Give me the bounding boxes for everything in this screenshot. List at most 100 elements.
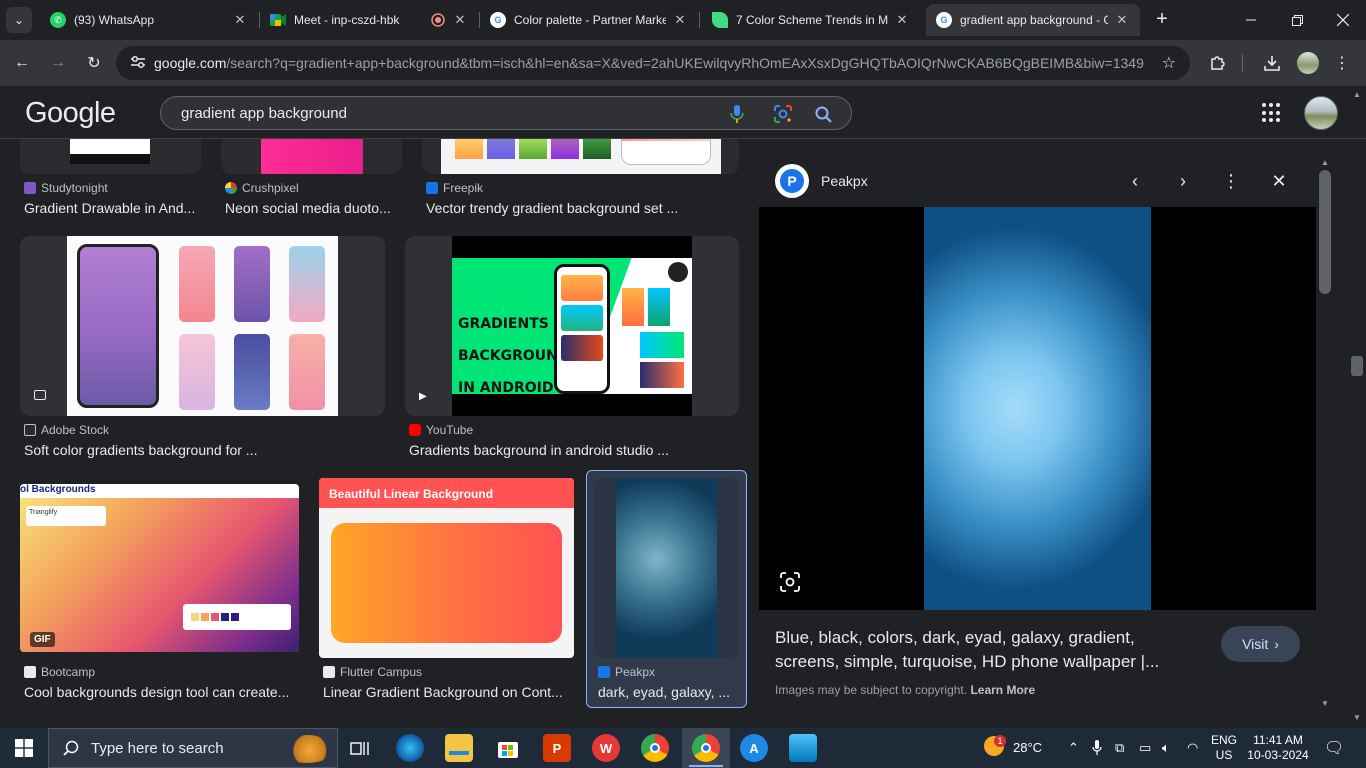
tab-gradient-app-background[interactable]: G gradient app background - G ✕ xyxy=(926,4,1140,36)
preview-title[interactable]: Blue, black, colors, dark, eyad, galaxy,… xyxy=(775,626,1195,674)
file-explorer-icon[interactable] xyxy=(445,734,473,762)
result-caption[interactable]: Neon social media duoto... xyxy=(225,200,403,216)
task-view-icon[interactable] xyxy=(346,734,374,762)
google-lens-icon[interactable] xyxy=(773,104,793,124)
visit-button[interactable]: Visit › xyxy=(1221,626,1300,662)
result-thumbnail-adobe-stock[interactable] xyxy=(20,236,385,416)
next-button[interactable]: › xyxy=(1170,168,1196,194)
tab-color-palette[interactable]: G Color palette - Partner Marke ✕ xyxy=(480,6,698,34)
reload-button[interactable]: ↻ xyxy=(80,49,108,77)
restore-icon xyxy=(1291,14,1303,26)
scroll-down-icon[interactable]: ▼ xyxy=(1321,699,1329,708)
result-caption[interactable]: Gradients background in android studio .… xyxy=(409,442,739,458)
back-button[interactable]: ← xyxy=(8,49,36,77)
start-button[interactable] xyxy=(0,728,48,768)
more-options-button[interactable]: ⋮ xyxy=(1218,168,1244,194)
meet-now-icon[interactable]: ⧉ xyxy=(1115,740,1124,756)
previous-button[interactable]: ‹ xyxy=(1122,168,1148,194)
close-window-button[interactable] xyxy=(1320,0,1366,40)
result-thumbnail[interactable] xyxy=(20,139,201,174)
result-source: Crushpixel xyxy=(225,181,299,195)
scroll-up-icon[interactable]: ▲ xyxy=(1321,158,1329,167)
address-bar[interactable]: google.com/search?q=gradient+app+backgro… xyxy=(116,46,1190,80)
close-icon[interactable]: ✕ xyxy=(232,12,248,28)
extensions-button[interactable] xyxy=(1204,49,1232,77)
result-caption[interactable]: Linear Gradient Background on Cont... xyxy=(323,684,573,700)
result-source: Freepik xyxy=(426,181,483,195)
wifi-icon[interactable]: ◠ xyxy=(1187,740,1198,756)
result-caption[interactable]: Vector trendy gradient background set ..… xyxy=(426,200,726,216)
language-indicator[interactable]: ENG US xyxy=(1209,733,1239,763)
tab-whatsapp[interactable]: ✆ (93) WhatsApp ✕ xyxy=(40,6,258,34)
tab-search-button[interactable]: ⌄ xyxy=(6,7,32,33)
panel-header: P Peakpx ‹ › ⋮ ✕ xyxy=(759,156,1316,207)
search-input[interactable] xyxy=(181,104,701,122)
account-avatar[interactable] xyxy=(1304,96,1338,130)
close-icon[interactable]: ✕ xyxy=(894,12,910,28)
close-panel-button[interactable]: ✕ xyxy=(1266,168,1292,194)
google-icon: G xyxy=(490,12,506,28)
chrome-icon[interactable] xyxy=(692,734,720,762)
notifications-icon[interactable]: 🗨︎ xyxy=(1324,738,1344,758)
microphone-icon[interactable] xyxy=(1092,740,1102,759)
edge-icon[interactable] xyxy=(396,734,424,762)
taskbar-search-box[interactable]: Type here to search xyxy=(48,728,338,768)
google-logo[interactable]: Google xyxy=(25,97,116,130)
avatar xyxy=(1297,52,1319,74)
learn-more-link[interactable]: Learn More xyxy=(970,683,1035,697)
result-thumbnail-flutter-campus[interactable]: Beautiful Linear Background xyxy=(319,478,574,658)
result-thumbnail[interactable] xyxy=(422,139,739,174)
bookmark-star-icon[interactable]: ☆ xyxy=(1162,53,1176,73)
result-caption[interactable]: Gradient Drawable in And... xyxy=(24,200,202,216)
lens-search-button[interactable] xyxy=(777,569,803,595)
windows-taskbar: Type here to search P W A 1 28°C ⌃ ⧉ ▭ 🔈… xyxy=(0,728,1366,768)
forward-button[interactable]: → xyxy=(44,49,72,77)
result-thumbnail[interactable] xyxy=(221,139,402,174)
profile-button[interactable] xyxy=(1294,49,1322,77)
battery-icon[interactable]: ▭ xyxy=(1139,740,1151,756)
result-thumbnail-youtube[interactable]: GRADIENTS BACKGROUND IN ANDROID ▶ xyxy=(405,236,739,416)
chrome-icon[interactable] xyxy=(641,734,669,762)
minimize-button[interactable] xyxy=(1228,0,1274,40)
close-icon xyxy=(1337,14,1349,26)
page-scrollbar-thumb[interactable] xyxy=(1351,356,1363,376)
downloads-button[interactable] xyxy=(1258,49,1286,77)
search-box[interactable] xyxy=(160,96,852,130)
weather-temperature[interactable]: 28°C xyxy=(1013,740,1042,755)
site-settings-icon[interactable] xyxy=(122,55,154,72)
chrome-menu-button[interactable]: ⋮ xyxy=(1328,49,1356,77)
result-caption[interactable]: Soft color gradients background for ... xyxy=(24,442,384,458)
powerpoint-icon[interactable]: P xyxy=(543,734,571,762)
microsoft-store-icon[interactable] xyxy=(494,734,522,762)
new-tab-button[interactable]: + xyxy=(1150,8,1174,32)
panel-scrollbar-thumb[interactable] xyxy=(1319,170,1331,294)
result-thumbnail-peakpx[interactable] xyxy=(594,478,739,658)
tab-meet[interactable]: Meet - inp-cszd-hbk ✕ xyxy=(260,6,478,34)
microphone-icon[interactable] xyxy=(727,104,747,124)
chevron-up-icon[interactable]: ⌃ xyxy=(1068,740,1079,756)
clock[interactable]: 11:41 AM 10-03-2024 xyxy=(1246,733,1310,763)
chevron-right-icon: › xyxy=(1180,170,1186,191)
wps-office-icon[interactable]: W xyxy=(592,734,620,762)
image-results: Studytonight Gradient Drawable in And...… xyxy=(0,139,755,714)
arrow-left-icon: ← xyxy=(14,54,30,71)
volume-icon[interactable]: 🔈︎ xyxy=(1162,740,1170,756)
photos-icon[interactable] xyxy=(789,734,817,762)
result-thumbnail-bootcamp[interactable]: ol Backgrounds Trianglify GIF xyxy=(20,484,299,652)
close-icon[interactable]: ✕ xyxy=(1114,12,1130,28)
result-source: Flutter Campus xyxy=(323,665,422,679)
search-icon[interactable] xyxy=(813,104,833,124)
close-icon[interactable]: ✕ xyxy=(672,12,688,28)
preview-image[interactable] xyxy=(924,207,1151,610)
result-caption[interactable]: Cool backgrounds design tool can create.… xyxy=(24,684,299,700)
app-icon[interactable]: A xyxy=(740,734,768,762)
scroll-down-icon[interactable]: ▼ xyxy=(1353,713,1361,722)
result-caption[interactable]: dark, eyad, galaxy, ... xyxy=(598,684,738,700)
play-icon: ▶ xyxy=(419,391,427,402)
google-apps-icon[interactable] xyxy=(1262,103,1282,123)
tab-color-scheme-trends[interactable]: 7 Color Scheme Trends in M ✕ xyxy=(702,6,920,34)
scroll-up-icon[interactable]: ▲ xyxy=(1353,90,1361,99)
panel-site-name[interactable]: Peakpx xyxy=(821,173,868,189)
restore-button[interactable] xyxy=(1274,0,1320,40)
close-icon[interactable]: ✕ xyxy=(452,12,468,28)
